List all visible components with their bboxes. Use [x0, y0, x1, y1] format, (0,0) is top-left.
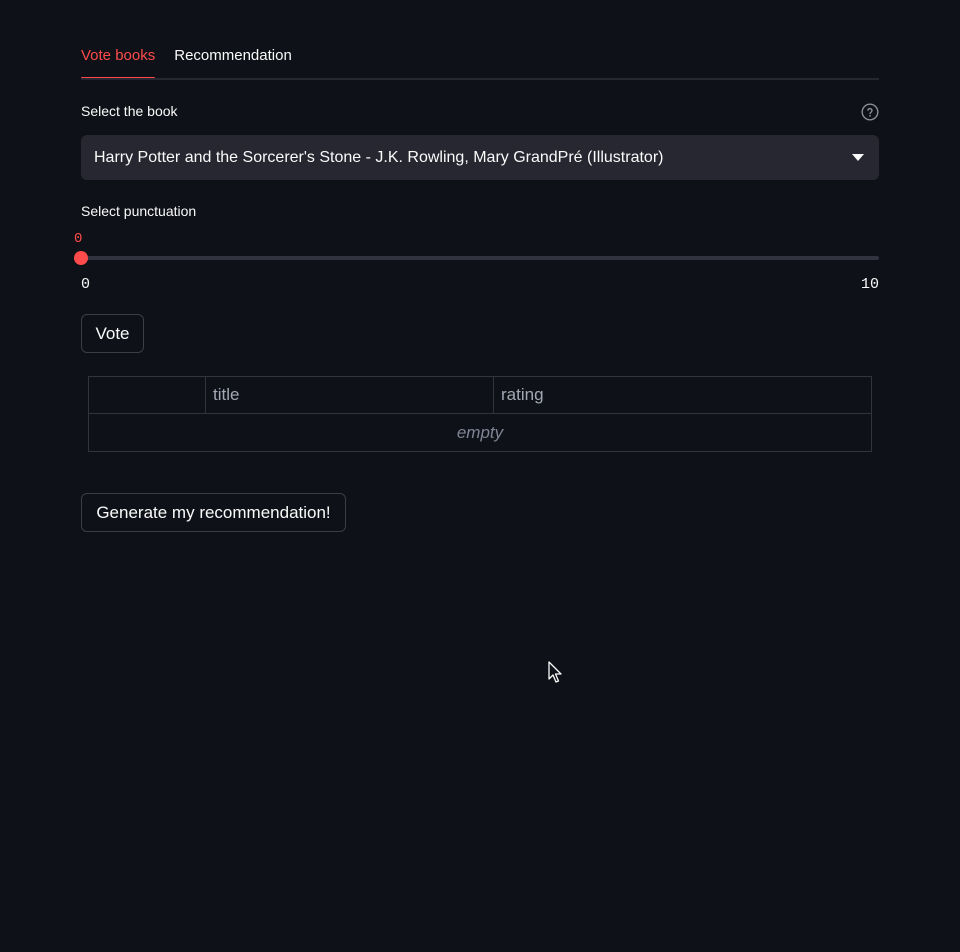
caret-down-icon: [852, 154, 864, 161]
slider-current-value: 0: [74, 231, 83, 247]
mouse-cursor-icon: [548, 661, 562, 683]
book-select-label: Select the book: [81, 103, 178, 119]
table-index-header[interactable]: [89, 377, 206, 413]
vote-button[interactable]: Vote: [81, 314, 144, 353]
book-select[interactable]: Harry Potter and the Sorcerer's Stone - …: [81, 135, 879, 180]
main-container: Vote books Recommendation Select the boo…: [74, 0, 879, 952]
tab-recommendation[interactable]: Recommendation: [174, 40, 292, 78]
table-empty-message: empty: [456, 422, 504, 442]
table-title-header[interactable]: title: [206, 377, 494, 413]
table-header-row: title rating: [89, 377, 871, 414]
slider-min-label: 0: [81, 276, 91, 293]
slider-max-label: 10: [860, 276, 879, 293]
question-circle-icon[interactable]: [861, 103, 879, 121]
punctuation-slider-label: Select punctuation: [81, 203, 197, 219]
tab-list: Vote books Recommendation: [81, 40, 879, 80]
slider-track[interactable]: [81, 256, 879, 260]
table-rating-header[interactable]: rating: [494, 377, 871, 413]
votes-table: title rating empty: [88, 376, 872, 452]
generate-recommendation-button[interactable]: Generate my recommendation!: [81, 493, 346, 532]
tabs: Vote books Recommendation: [81, 40, 879, 80]
book-select-value: Harry Potter and the Sorcerer's Stone - …: [94, 148, 664, 166]
slider-thumb[interactable]: [74, 251, 88, 265]
tab-vote-books[interactable]: Vote books: [81, 40, 156, 80]
tab-divider: [81, 78, 879, 80]
